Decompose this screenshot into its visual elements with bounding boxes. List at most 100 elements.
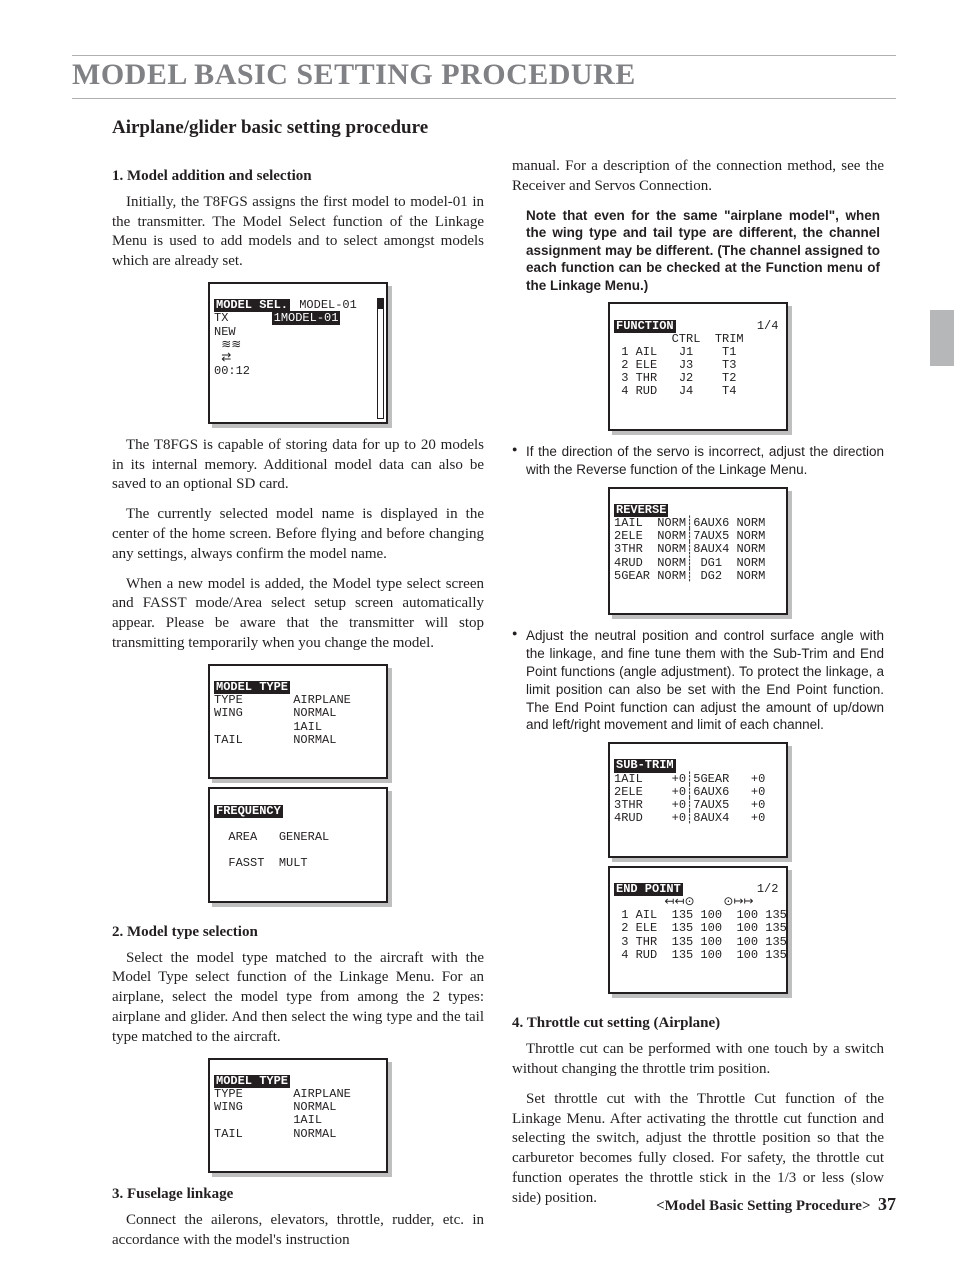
lcd-cell: 1AIL — [293, 1113, 322, 1127]
lcd-cell: 8AUX4 — [693, 811, 729, 825]
lcd-cell: +0 — [751, 798, 765, 812]
para: The currently selected model name is dis… — [112, 505, 484, 564]
lcd-cell: J2 — [679, 371, 693, 385]
lcd-cell: NORM — [736, 516, 765, 530]
lcd-cell: 8AUX4 — [693, 542, 729, 556]
lcd-cell: 4RUD — [614, 556, 643, 570]
lcd-cell: 100 135 — [736, 948, 786, 962]
lcd-cell: GENERAL — [279, 830, 329, 844]
lcd-model-select: MODEL SEL. MODEL-01TX 1MODEL-01NEW ≋≋ ⇄0… — [112, 282, 484, 424]
lcd-cell: 100 135 — [736, 935, 786, 949]
lcd-cell: NORMAL — [293, 1127, 336, 1141]
lcd-cell: +0 — [672, 798, 686, 812]
heading-3: 3. Fuselage linkage — [112, 1185, 484, 1205]
lcd-cell: NORM — [657, 569, 686, 583]
lcd-cell: 135 100 — [672, 908, 722, 922]
lcd-cell: NORMAL — [293, 1100, 336, 1114]
lcd-cell: NORM — [736, 542, 765, 556]
lcd-cell: 7AUX5 — [693, 798, 729, 812]
column-left: 1. Model addition and selection Initiall… — [112, 157, 484, 1261]
page-number: 37 — [878, 1194, 896, 1214]
lcd-cell: NORM — [657, 542, 686, 556]
lcd-cell: 100 135 — [736, 921, 786, 935]
lcd-cell: 1AIL — [293, 720, 322, 734]
lcd-model-type-freq: MODEL TYPETYPE AIRPLANEWING NORMAL 1AILT… — [112, 664, 484, 911]
lcd-cell: T2 — [722, 371, 736, 385]
lcd-cell: NORM — [657, 556, 686, 570]
lcd-cell: TAIL — [214, 1127, 243, 1141]
lcd-endpoint: END POINT 1/2 ↤↤⊙ ⊙↦↦ 1 AIL 135 100 100 … — [608, 866, 788, 995]
note-block: Note that even for the same "airplane mo… — [526, 207, 880, 295]
lcd-cell: TAIL — [214, 733, 243, 747]
lcd-cell: 4 RUD — [621, 948, 657, 962]
page: MODEL BASIC SETTING PROCEDURE Airplane/g… — [0, 0, 954, 1251]
lcd-cell: T1 — [722, 345, 736, 359]
footer-label: <Model Basic Setting Procedure> — [656, 1198, 870, 1214]
lcd-selected: 1MODEL-01 — [272, 311, 341, 325]
para: Set throttle cut with the Throttle Cut f… — [512, 1090, 884, 1209]
lcd-cell: 1 AIL — [621, 345, 657, 359]
lcd-screen: FUNCTION 1/4 CTRL TRIM 1 AIL J1 T1 2 ELE… — [608, 302, 788, 431]
lcd-col: TRIM — [715, 332, 744, 346]
columns: 1. Model addition and selection Initiall… — [112, 157, 896, 1261]
lcd-cell: 3THR — [614, 798, 643, 812]
lcd-screen: REVERSE1AIL NORM┊6AUX6 NORM2ELE NORM┊7AU… — [608, 487, 788, 616]
lcd-cell: WING — [214, 1100, 243, 1114]
lcd-cell: 2ELE — [614, 785, 643, 799]
lcd-cell: +0 — [672, 811, 686, 825]
lcd-cell: J3 — [679, 358, 693, 372]
page-footer: <Model Basic Setting Procedure> 37 — [656, 1194, 896, 1215]
para: Select the model type matched to the air… — [112, 949, 484, 1048]
lcd-cell: 1AIL — [614, 772, 643, 786]
scrollbar — [377, 298, 384, 419]
para: When a new model is added, the Model typ… — [112, 575, 484, 654]
lcd-model-type: MODEL TYPETYPE AIRPLANEWING NORMAL 1AILT… — [208, 664, 388, 780]
lcd-cell: 5GEAR — [693, 772, 729, 786]
lcd-cell: +0 — [751, 811, 765, 825]
para: manual. For a description of the connect… — [512, 157, 884, 197]
lcd-cell: +0 — [751, 785, 765, 799]
para: The T8FGS is capable of storing data for… — [112, 436, 484, 495]
lcd-cell: 3THR — [614, 542, 643, 556]
lcd-arrows: ↤↤⊙ ⊙↦↦ — [664, 895, 753, 909]
lcd-cell: 2 ELE — [621, 921, 657, 935]
lcd-cell: T4 — [722, 384, 736, 398]
lcd-header: FUNCTION — [614, 320, 676, 333]
lcd-model-type-2: MODEL TYPETYPE AIRPLANEWING NORMAL 1AILT… — [112, 1058, 484, 1174]
lcd-cell: 2 ELE — [621, 358, 657, 372]
lcd-cell: +0 — [672, 785, 686, 799]
lcd-cell: J4 — [679, 384, 693, 398]
lcd-cell: +0 — [751, 772, 765, 786]
lcd-cell: DG1 — [700, 556, 722, 570]
lcd-subtrim-endpoint: SUB-TRIM1AIL +0┊5GEAR +02ELE +0┊6AUX6 +0… — [512, 742, 884, 1002]
lcd-cell: NORM — [657, 516, 686, 530]
lcd-function: FUNCTION 1/4 CTRL TRIM 1 AIL J1 T1 2 ELE… — [512, 302, 884, 431]
lcd-cell: 1AIL — [614, 516, 643, 530]
lcd-header: FREQUENCY — [214, 805, 283, 818]
lcd-cell: 6AUX6 — [693, 785, 729, 799]
lcd-subtrim: SUB-TRIM1AIL +0┊5GEAR +02ELE +0┊6AUX6 +0… — [608, 742, 788, 858]
lcd-cell: 3 THR — [621, 935, 657, 949]
lcd-reverse: REVERSE1AIL NORM┊6AUX6 NORM2ELE NORM┊7AU… — [512, 487, 884, 616]
para: Connect the ailerons, elevators, throttl… — [112, 1211, 484, 1251]
bullet-list: Adjust the neutral position and control … — [512, 627, 884, 734]
lcd-cell: 6AUX6 — [693, 516, 729, 530]
lcd-cell: 4RUD — [614, 811, 643, 825]
lcd-time: 00:12 — [214, 365, 382, 378]
lcd-cell: 135 100 — [672, 921, 722, 935]
heading-4: 4. Throttle cut setting (Airplane) — [512, 1014, 884, 1034]
lcd-cell: TX — [214, 311, 228, 325]
lcd-cell: AREA — [228, 830, 257, 844]
lcd-cell: WING — [214, 706, 243, 720]
lcd-cell: NORM — [736, 556, 765, 570]
lcd-title-right: MODEL-01 — [299, 298, 357, 312]
page-title: MODEL BASIC SETTING PROCEDURE — [72, 58, 896, 92]
lcd-page: 1/2 — [757, 882, 779, 896]
rule-top — [72, 55, 896, 56]
lcd-cell: J1 — [679, 345, 693, 359]
bullet-list: If the direction of the servo is incorre… — [512, 443, 884, 479]
lcd-cell: T3 — [722, 358, 736, 372]
lcd-cell: NORMAL — [293, 706, 336, 720]
rule-bot — [72, 98, 896, 99]
lcd-cell: MULT — [279, 856, 308, 870]
